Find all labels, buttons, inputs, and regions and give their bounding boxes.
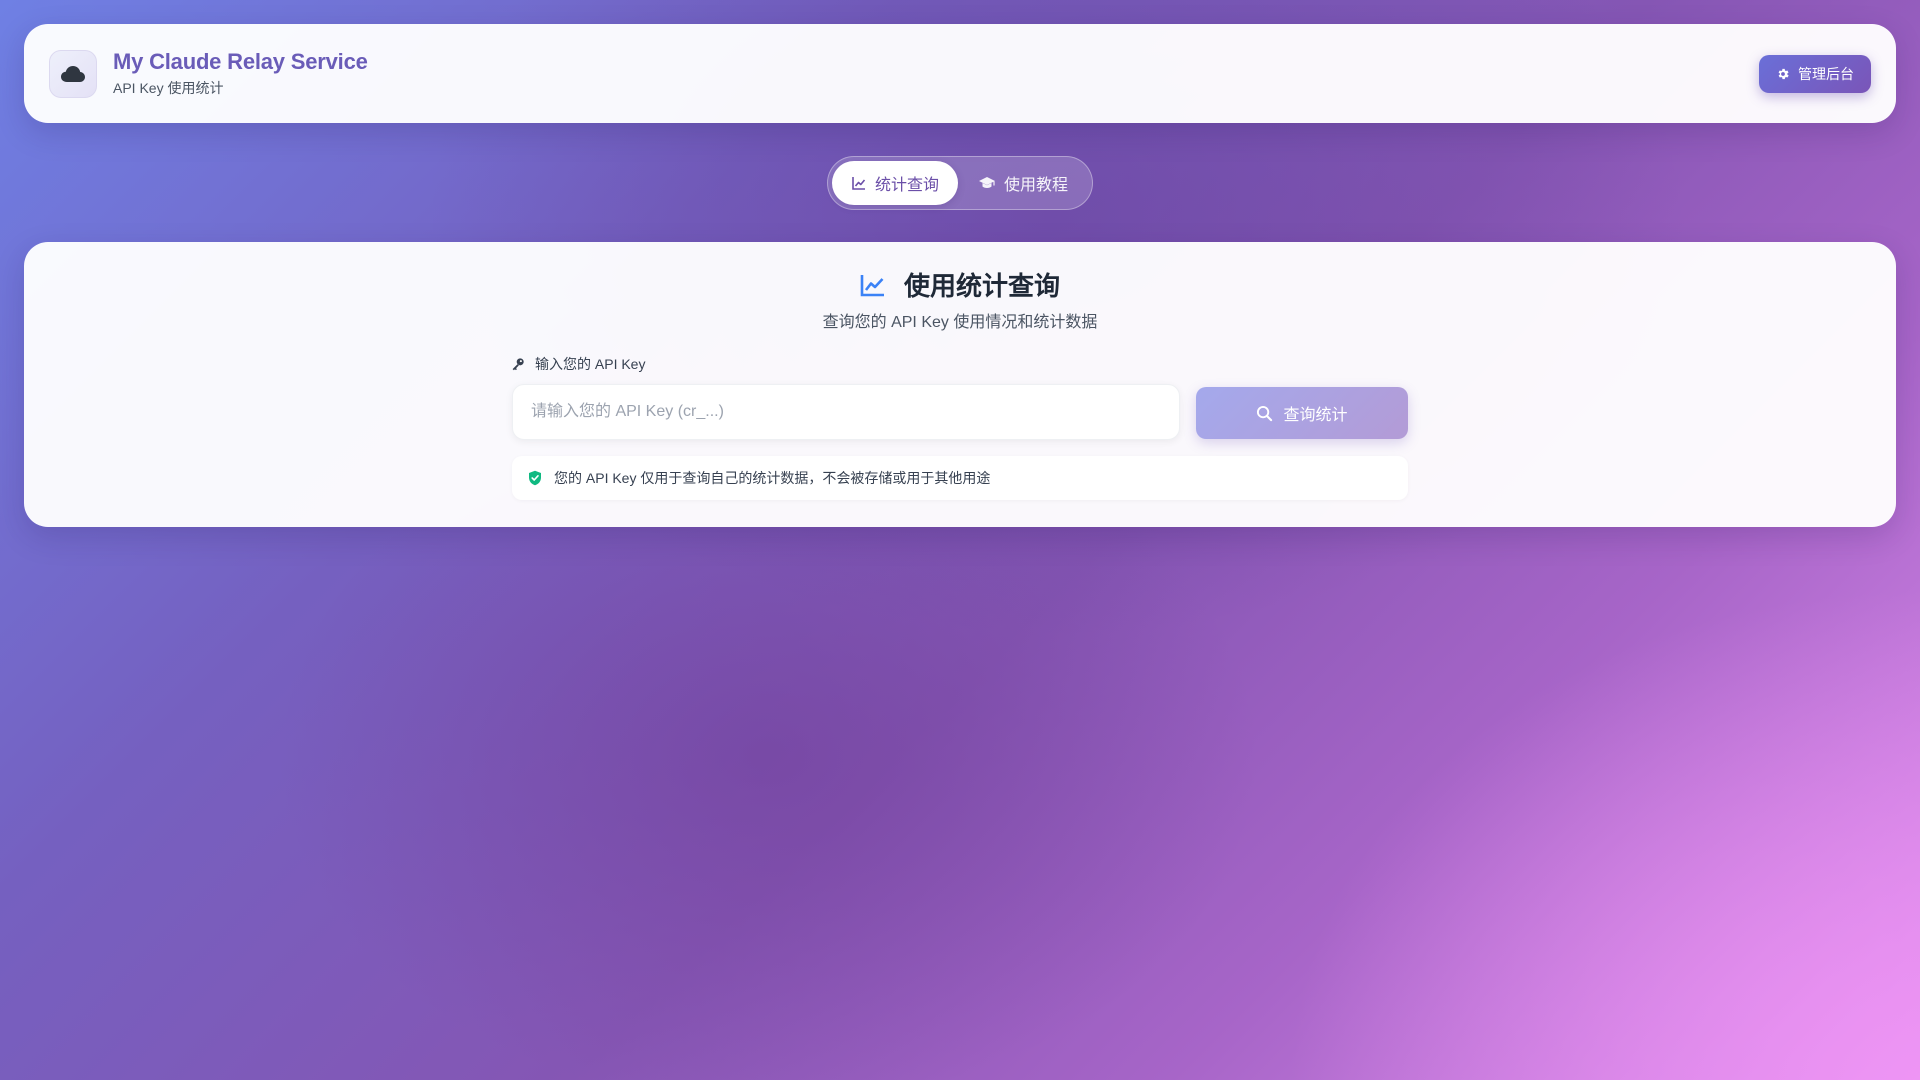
api-key-label: 输入您的 API Key	[511, 354, 645, 374]
tab-label: 统计查询	[875, 177, 940, 194]
page-title: 使用统计查询	[903, 271, 1060, 301]
admin-panel-button[interactable]: 管理后台	[1759, 54, 1871, 93]
query-stats-label: 查询统计	[1283, 407, 1348, 424]
privacy-notice-text: 您的 API Key 仅用于查询自己的统计数据，不会被存储或用于其他用途	[554, 470, 991, 486]
graduation-cap-icon	[978, 176, 996, 190]
query-stats-button[interactable]: 查询统计	[1196, 387, 1408, 439]
privacy-notice: 您的 API Key 仅用于查询自己的统计数据，不会被存储或用于其他用途	[512, 456, 1408, 500]
line-chart-icon	[851, 175, 867, 191]
admin-panel-label: 管理后台	[1798, 65, 1854, 82]
cloud-icon	[60, 64, 86, 84]
api-key-label-text: 输入您的 API Key	[535, 356, 646, 372]
line-chart-icon	[860, 273, 886, 297]
app-title: My Claude Relay Service	[113, 49, 368, 74]
key-icon	[511, 357, 525, 371]
app-header: My Claude Relay Service API Key 使用统计 管理后…	[24, 24, 1896, 123]
page-description: 查询您的 API Key 使用情况和统计数据	[822, 314, 1098, 331]
tab-tutorial[interactable]: 使用教程	[958, 161, 1088, 205]
stats-query-card: 使用统计查询 查询您的 API Key 使用情况和统计数据 输入您的 API K…	[24, 242, 1896, 527]
tab-label: 使用教程	[1004, 177, 1069, 194]
tab-stats-query[interactable]: 统计查询	[832, 161, 958, 205]
search-icon	[1256, 405, 1273, 422]
api-key-input[interactable]	[512, 384, 1180, 440]
app-subtitle: API Key 使用统计	[113, 80, 224, 96]
shield-check-icon	[528, 470, 542, 486]
logo	[49, 49, 97, 98]
tab-switcher: 统计查询 使用教程	[827, 156, 1093, 210]
gear-icon	[1776, 67, 1790, 81]
